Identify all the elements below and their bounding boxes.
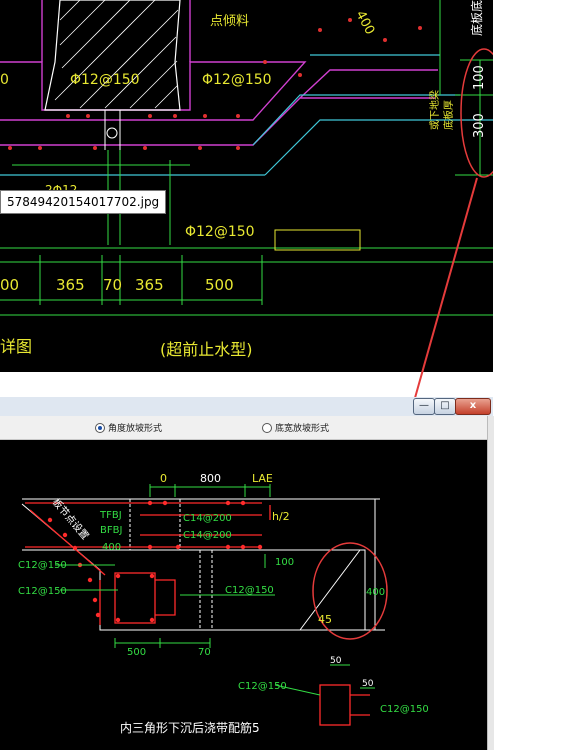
radio-unselected-icon[interactable] bbox=[262, 422, 272, 433]
dim-50a-label: 50 bbox=[330, 656, 342, 666]
radio-width-slope[interactable]: 底宽放坡形式 bbox=[262, 421, 329, 434]
bfbj-label: BFBJ bbox=[100, 525, 122, 536]
rebar-drawing-canvas: 0 800 LAE TFBJ BFBJ 400 C14@200 C14@200 … bbox=[18, 472, 429, 735]
c12-label-b: C12@150 bbox=[18, 586, 67, 597]
angle-45-label: 45 bbox=[318, 613, 332, 626]
c12-label-d: C12@150 bbox=[238, 681, 287, 692]
dim-70-label: 70 bbox=[198, 647, 211, 658]
radio-angle-slope-label: 角度放坡形式 bbox=[108, 424, 163, 434]
dim-top-800: 800 bbox=[200, 472, 221, 485]
dim-400-label: 400 bbox=[366, 587, 385, 598]
dim-50b-label: 50 bbox=[362, 679, 374, 689]
radio-width-slope-label: 底宽放坡形式 bbox=[275, 424, 330, 434]
preview-window: — □ x 角度放坡形式 底宽放坡形式 0 800 LAE TFBJ BFBJ … bbox=[0, 397, 494, 750]
c12-label-c: C12@150 bbox=[225, 585, 274, 596]
t400-label: 400 bbox=[102, 542, 121, 553]
c12-label-a: C12@150 bbox=[18, 560, 67, 571]
radio-angle-slope[interactable]: 角度放坡形式 bbox=[95, 421, 162, 434]
drawing-caption: 内三角形下沉后浇带配筋5 bbox=[120, 720, 260, 735]
c14-top-label: C14@200 bbox=[183, 513, 232, 524]
dim-top-0: 0 bbox=[160, 472, 167, 485]
window-titlebar[interactable]: — □ x bbox=[0, 397, 493, 416]
close-button[interactable]: x bbox=[455, 398, 491, 415]
dim-100-label: 100 bbox=[275, 557, 294, 568]
h2-label: h/2 bbox=[272, 510, 290, 523]
radio-selected-icon[interactable] bbox=[95, 422, 105, 433]
c12-label-e: C12@150 bbox=[380, 704, 429, 715]
dim-top-lae: LAE bbox=[252, 472, 273, 485]
vertical-scrollbar[interactable] bbox=[487, 416, 494, 750]
dim-500-label: 500 bbox=[127, 647, 146, 658]
mode-radio-bar: 角度放坡形式 底宽放坡形式 bbox=[0, 416, 487, 440]
minimize-button[interactable]: — bbox=[413, 398, 435, 415]
maximize-button[interactable]: □ bbox=[434, 398, 456, 415]
c14-bot-label: C14@200 bbox=[183, 530, 232, 541]
tfbj-label: TFBJ bbox=[99, 510, 122, 521]
